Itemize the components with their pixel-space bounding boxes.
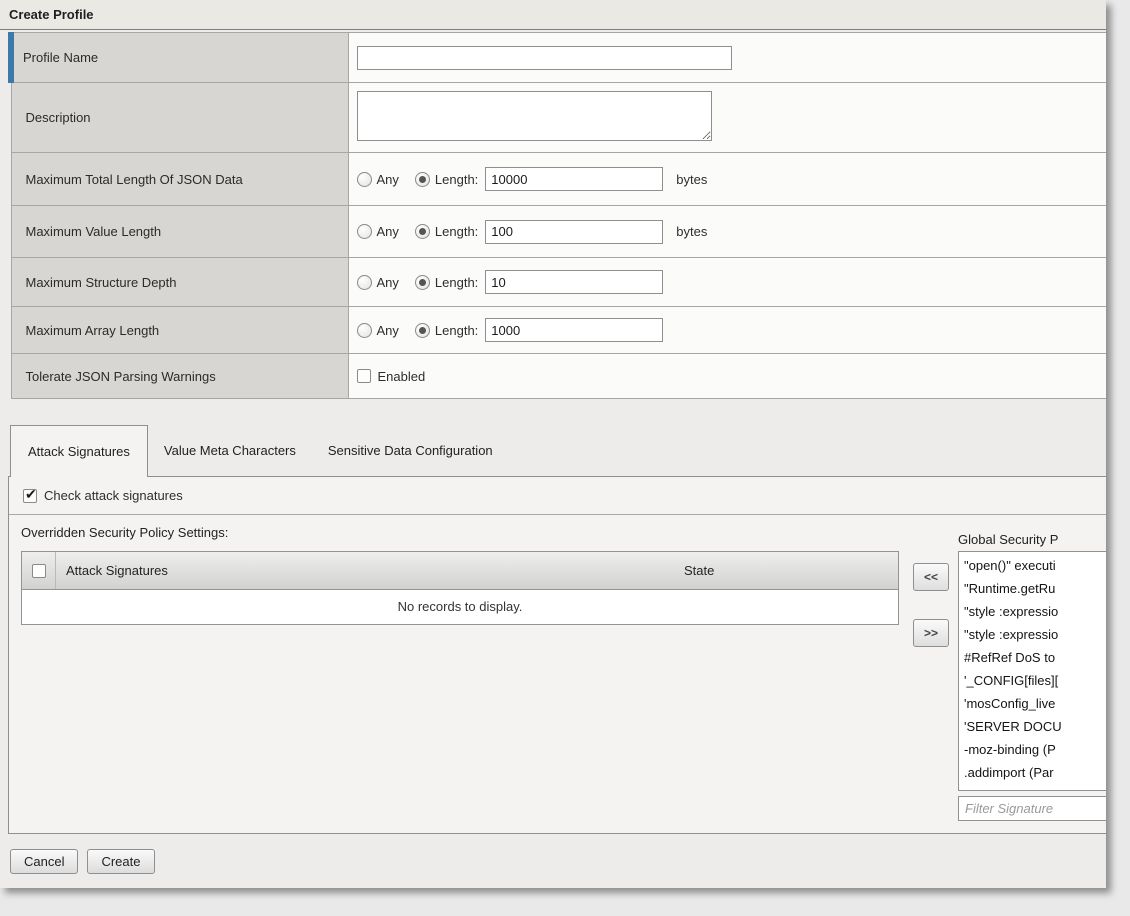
table-header-row: Attack Signatures State (22, 552, 898, 590)
signature-item[interactable]: -moz-binding (P (959, 738, 1106, 761)
tolerate-warnings-label: Tolerate JSON Parsing Warnings (11, 354, 348, 399)
length-radio-label: Length: (435, 275, 478, 290)
tab-attack-signatures[interactable]: Attack Signatures (10, 425, 148, 477)
signature-item[interactable]: #RefRef DoS to (959, 646, 1106, 669)
description-label: Description (11, 83, 348, 153)
max-total-length-input[interactable] (485, 167, 663, 191)
move-left-button[interactable]: << (913, 563, 949, 591)
tolerate-enabled-checkbox[interactable] (357, 369, 371, 383)
any-radio-label: Any (377, 275, 399, 290)
overridden-settings-label: Overridden Security Policy Settings: (21, 525, 228, 540)
max-total-length-label: Maximum Total Length Of JSON Data (11, 153, 348, 206)
max-structure-depth-label: Maximum Structure Depth (11, 258, 348, 307)
table-row: Maximum Total Length Of JSON Data Any Le… (11, 153, 1106, 206)
select-all-checkbox[interactable] (32, 564, 46, 578)
signature-item[interactable]: .addimport (Par (959, 761, 1106, 784)
enabled-checkbox-label: Enabled (378, 369, 426, 384)
attack-signatures-panel: Check attack signatures Overridden Secur… (8, 476, 1106, 834)
table-row: Maximum Structure Depth Any Length: (11, 258, 1106, 307)
max-array-any-radio[interactable] (357, 323, 372, 338)
column-header-state: State (674, 563, 898, 578)
max-value-length-label: Maximum Value Length (11, 206, 348, 258)
signature-item[interactable]: 'mosConfig_live (959, 692, 1106, 715)
column-header-attack-signatures: Attack Signatures (56, 563, 674, 578)
profile-name-label: Profile Name (11, 33, 348, 83)
tab-value-meta-characters[interactable]: Value Meta Characters (148, 425, 312, 477)
max-value-length-radio[interactable] (415, 224, 430, 239)
length-radio-label: Length: (435, 172, 478, 187)
table-row: Tolerate JSON Parsing Warnings Enabled (11, 354, 1106, 399)
max-total-any-radio[interactable] (357, 172, 372, 187)
tab-bar: Attack Signatures Value Meta Characters … (10, 425, 509, 477)
tab-sensitive-data-configuration[interactable]: Sensitive Data Configuration (312, 425, 509, 477)
page-title: Create Profile (0, 0, 1106, 30)
table-row: Description (11, 83, 1106, 153)
signature-item[interactable]: "style :expressio (959, 600, 1106, 623)
create-button[interactable]: Create (87, 849, 154, 874)
profile-name-input[interactable] (357, 46, 732, 70)
max-value-any-radio[interactable] (357, 224, 372, 239)
max-value-length-input[interactable] (485, 220, 663, 244)
max-total-length-radio[interactable] (415, 172, 430, 187)
max-array-length-radio[interactable] (415, 323, 430, 338)
signature-item[interactable]: "Runtime.getRu (959, 577, 1106, 600)
table-row: Maximum Array Length Any Length: (11, 307, 1106, 354)
profile-form-table: Profile Name Description Maximum Total L… (8, 32, 1106, 399)
create-profile-dialog: Create Profile Profile Name Description … (0, 0, 1106, 888)
global-signatures-listbox[interactable]: "open()" executi "Runtime.getRu "style :… (958, 551, 1106, 791)
max-depth-length-radio[interactable] (415, 275, 430, 290)
max-array-length-input[interactable] (485, 318, 663, 342)
description-textarea[interactable] (357, 91, 712, 141)
check-attack-signatures-checkbox[interactable] (23, 489, 37, 503)
any-radio-label: Any (377, 323, 399, 338)
any-radio-label: Any (377, 172, 399, 187)
footer-actions: Cancel Create (10, 849, 164, 874)
empty-table-message: No records to display. (22, 590, 898, 624)
table-row: Profile Name (11, 33, 1106, 83)
max-depth-any-radio[interactable] (357, 275, 372, 290)
signature-item[interactable]: "style :expressio (959, 623, 1106, 646)
any-radio-label: Any (377, 224, 399, 239)
length-radio-label: Length: (435, 323, 478, 338)
move-right-button[interactable]: >> (913, 619, 949, 647)
filter-signatures-input[interactable] (958, 796, 1106, 821)
global-signatures-label: Global Security P (958, 532, 1058, 547)
table-row: Maximum Value Length Any Length: bytes (11, 206, 1106, 258)
signature-item[interactable]: "open()" executi (959, 554, 1106, 577)
check-attack-signatures-label: Check attack signatures (44, 488, 183, 503)
signature-item[interactable]: 'SERVER DOCU (959, 715, 1106, 738)
bytes-unit-label: bytes (676, 224, 707, 239)
cancel-button[interactable]: Cancel (10, 849, 78, 874)
bytes-unit-label: bytes (676, 172, 707, 187)
max-array-length-label: Maximum Array Length (11, 307, 348, 354)
overridden-signatures-table: Attack Signatures State No records to di… (21, 551, 899, 625)
signature-item[interactable]: '_CONFIG[files][ (959, 669, 1106, 692)
max-depth-length-input[interactable] (485, 270, 663, 294)
length-radio-label: Length: (435, 224, 478, 239)
